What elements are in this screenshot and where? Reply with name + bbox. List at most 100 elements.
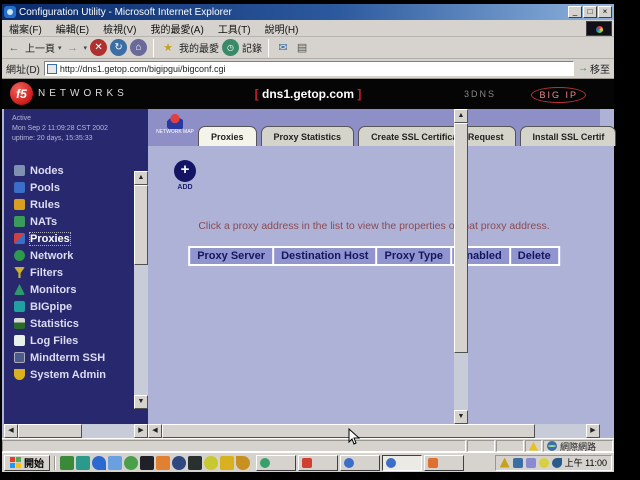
tab-create-ssl-certificate-request[interactable]: Create SSL Certificate Request	[358, 126, 516, 146]
refresh-icon[interactable]: ↻	[110, 39, 127, 56]
tray-display-icon[interactable]	[513, 458, 523, 468]
menu-file[interactable]: 檔案(F)	[2, 19, 49, 38]
pools-icon	[14, 182, 25, 193]
task-button-2[interactable]	[298, 455, 338, 471]
sidebar-item-system-admin[interactable]: System Admin	[4, 366, 134, 383]
task-button-3[interactable]	[340, 455, 380, 471]
scroll-left-icon[interactable]: ◀	[4, 424, 18, 438]
menu-help[interactable]: 說明(H)	[258, 19, 306, 38]
quick-launch-icon-6[interactable]	[140, 456, 154, 470]
maximize-button[interactable]: □	[583, 6, 597, 18]
history-button-label[interactable]: 記錄	[242, 40, 262, 55]
instruction-text: Click a proxy address in the list to vie…	[148, 220, 600, 232]
sidebar-item-network[interactable]: Network	[4, 247, 134, 264]
tray-alert-icon[interactable]	[500, 458, 510, 468]
scroll-down-icon[interactable]: ▼	[134, 395, 148, 409]
stop-icon[interactable]: ✕	[90, 39, 107, 56]
tab-install-ssl-certificate[interactable]: Install SSL Certif	[520, 126, 616, 146]
sidebar-item-nats[interactable]: NATs	[4, 213, 134, 230]
scrollbar-thumb[interactable]	[134, 185, 148, 265]
forward-icon[interactable]: →	[65, 40, 81, 56]
task-button-1[interactable]	[256, 455, 296, 471]
scroll-left-icon[interactable]: ◀	[148, 424, 162, 438]
sidebar-item-mindterm-ssh[interactable]: Mindterm SSH	[4, 349, 134, 366]
scroll-down-icon[interactable]: ▼	[454, 410, 468, 424]
minimize-button[interactable]: _	[568, 6, 582, 18]
quick-launch-icon-10[interactable]	[204, 456, 218, 470]
quick-launch-icon-8[interactable]	[172, 456, 186, 470]
task-app-icon	[386, 458, 396, 468]
main-vscrollbar: ▲ ▼	[454, 109, 468, 424]
scrollbar-track[interactable]	[454, 123, 468, 410]
print-icon[interactable]: ▤	[294, 40, 310, 56]
go-button[interactable]: → 移至	[578, 61, 610, 76]
task-button-4-active[interactable]	[382, 455, 422, 471]
close-button[interactable]: ×	[598, 6, 612, 18]
status-state: Active	[12, 114, 134, 124]
scroll-right-icon[interactable]: ▶	[586, 424, 600, 438]
sidebar-item-filters[interactable]: Filters	[4, 264, 134, 281]
sidebar-item-label: BIGpipe	[30, 301, 72, 313]
window-title: Configuration Utility - Microsoft Intern…	[19, 7, 232, 18]
sidebar-item-log-files[interactable]: Log Files	[4, 332, 134, 349]
quick-launch-icon-12[interactable]	[236, 456, 250, 470]
scrollbar-thumb[interactable]	[454, 123, 468, 353]
mail-icon[interactable]: ✉	[275, 40, 291, 56]
task-app-icon	[260, 458, 270, 468]
quick-launch-icon-5[interactable]	[124, 456, 138, 470]
scroll-right-icon[interactable]: ▶	[134, 424, 148, 438]
menu-edit[interactable]: 編輯(E)	[49, 19, 96, 38]
scroll-up-icon[interactable]: ▲	[134, 171, 148, 185]
forward-dropdown-icon[interactable]: ▾	[84, 44, 88, 52]
tab-proxy-statistics[interactable]: Proxy Statistics	[261, 126, 355, 146]
network-map-button[interactable]: NETWORK MAP	[154, 113, 196, 143]
quick-launch-icon-1[interactable]	[60, 456, 74, 470]
ie-window-icon	[4, 6, 16, 18]
favorites-icon[interactable]: ★	[160, 40, 176, 56]
header-proxy-type: Proxy Type	[377, 248, 450, 264]
network-map-icon	[167, 113, 183, 129]
sidebar-item-proxies[interactable]: Proxies	[4, 230, 134, 247]
scroll-up-icon[interactable]: ▲	[454, 109, 468, 123]
quick-launch-icon-11[interactable]	[220, 456, 234, 470]
favorites-button-label[interactable]: 我的最愛	[179, 40, 219, 55]
add-proxy-button[interactable]: + ADD	[170, 160, 200, 191]
start-button[interactable]: 開始	[4, 455, 50, 471]
quick-launch-icon-9[interactable]	[188, 456, 202, 470]
history-icon[interactable]: ◷	[222, 39, 239, 56]
sidebar-item-label: Statistics	[30, 318, 79, 330]
quick-launch-icon-2[interactable]	[76, 456, 90, 470]
sidebar-item-bigpipe[interactable]: BIGpipe	[4, 298, 134, 315]
scrollbar-track[interactable]	[134, 185, 148, 395]
back-button-label[interactable]: 上一頁	[25, 40, 55, 55]
quick-launch-icon-4[interactable]	[108, 456, 122, 470]
sidebar-item-nodes[interactable]: Nodes	[4, 162, 134, 179]
sidebar-item-label: NATs	[30, 216, 57, 228]
tray-app-icon[interactable]	[526, 458, 536, 468]
scrollbar-track[interactable]	[18, 424, 134, 438]
back-icon[interactable]: ←	[6, 40, 22, 56]
quick-launch-icon-7[interactable]	[156, 456, 170, 470]
tab-proxies[interactable]: Proxies	[198, 126, 257, 146]
windows-logo-icon	[10, 457, 21, 468]
sidebar-item-monitors[interactable]: Monitors	[4, 281, 134, 298]
home-icon[interactable]: ⌂	[130, 39, 147, 56]
menu-tools[interactable]: 工具(T)	[211, 19, 258, 38]
nav-bigip-link[interactable]: BIG IP	[531, 87, 586, 103]
tray-app-icon[interactable]	[539, 458, 549, 468]
tray-volume-icon[interactable]	[552, 458, 562, 468]
nav-3dns-link[interactable]: 3DNS	[464, 89, 496, 99]
menu-view[interactable]: 檢視(V)	[96, 19, 143, 38]
address-input[interactable]	[60, 63, 571, 75]
sidebar-item-rules[interactable]: Rules	[4, 196, 134, 213]
task-button-row	[256, 455, 464, 471]
sidebar-item-statistics[interactable]: Statistics	[4, 315, 134, 332]
quick-launch-icon-3[interactable]	[92, 456, 106, 470]
menu-favorites[interactable]: 我的最愛(A)	[143, 19, 210, 38]
scrollbar-thumb[interactable]	[18, 424, 82, 438]
task-button-5[interactable]	[424, 455, 464, 471]
scrollbar-track[interactable]	[162, 424, 586, 438]
sidebar: Active Mon Sep 2 11:09:28 CST 2002 uptim…	[4, 109, 134, 424]
back-dropdown-icon[interactable]: ▾	[58, 44, 62, 52]
sidebar-item-pools[interactable]: Pools	[4, 179, 134, 196]
